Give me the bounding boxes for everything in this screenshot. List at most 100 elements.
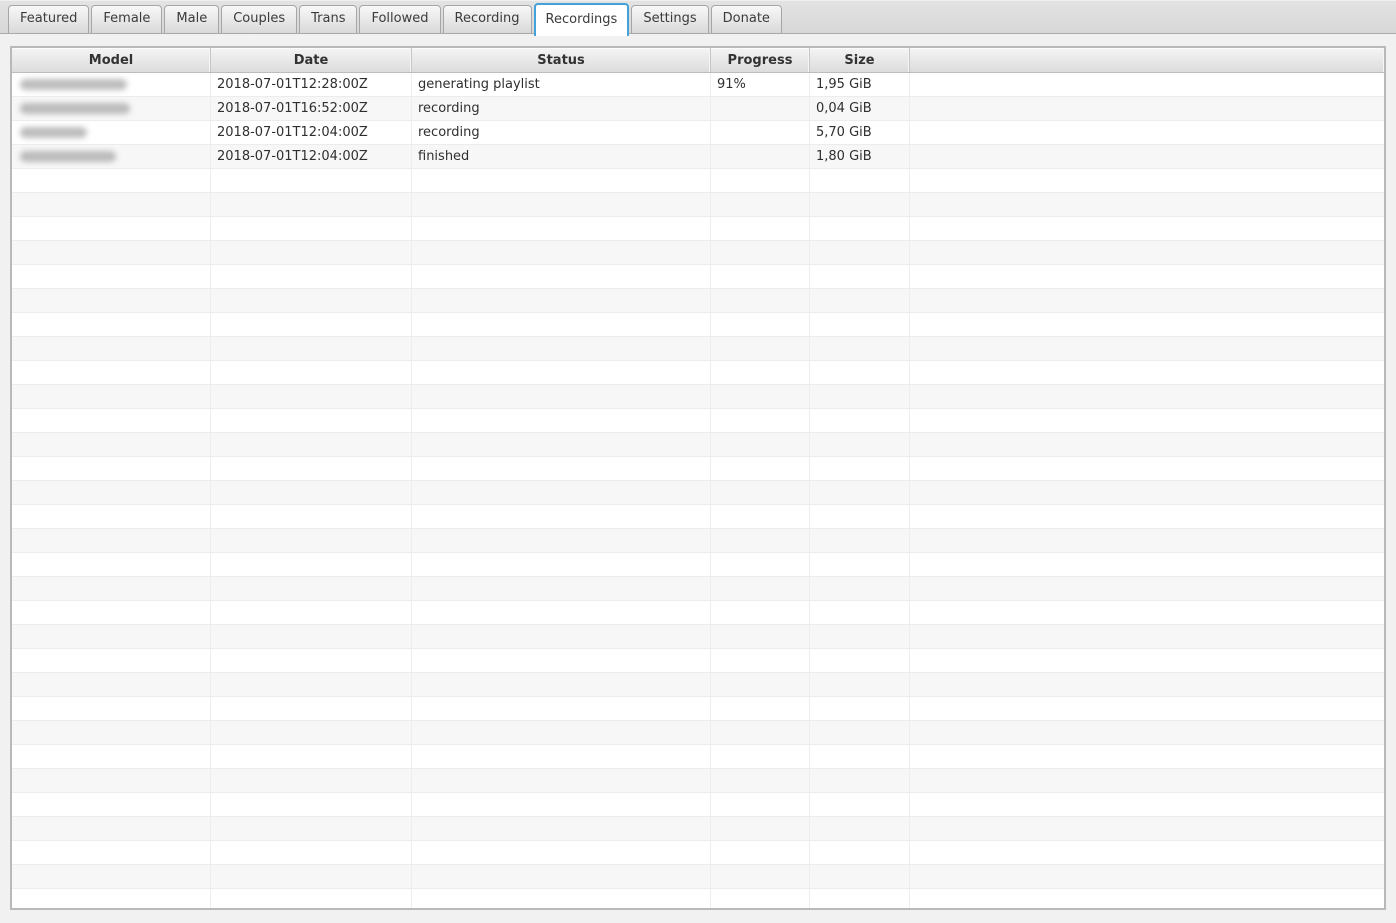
cell-filler — [910, 505, 1384, 529]
table-row[interactable] — [12, 337, 1384, 361]
cell-status — [412, 169, 711, 193]
cell-filler — [910, 769, 1384, 793]
cell-progress — [711, 145, 810, 169]
table-row[interactable] — [12, 265, 1384, 289]
table-row[interactable] — [12, 601, 1384, 625]
cell-filler — [910, 745, 1384, 769]
tab-featured[interactable]: Featured — [8, 5, 89, 33]
table-row[interactable] — [12, 481, 1384, 505]
table-row[interactable]: 2018-07-01T12:28:00Zgenerating playlist9… — [12, 73, 1384, 97]
table-row[interactable]: 2018-07-01T12:04:00Zrecording5,70 GiB — [12, 121, 1384, 145]
tab-recording[interactable]: Recording — [443, 5, 532, 33]
cell-progress — [711, 241, 810, 265]
cell-size — [810, 409, 910, 433]
tab-trans[interactable]: Trans — [299, 5, 357, 33]
cell-date — [211, 841, 412, 865]
table-row[interactable] — [12, 433, 1384, 457]
cell-status — [412, 601, 711, 625]
cell-size — [810, 865, 910, 889]
table-row[interactable] — [12, 721, 1384, 745]
cell-status — [412, 889, 711, 910]
cell-progress — [711, 265, 810, 289]
table-row[interactable] — [12, 529, 1384, 553]
cell-progress — [711, 529, 810, 553]
cell-model — [12, 841, 211, 865]
cell-filler — [910, 193, 1384, 217]
table-row[interactable]: 2018-07-01T12:04:00Zfinished1,80 GiB — [12, 145, 1384, 169]
header-cell-status[interactable]: Status — [412, 48, 711, 72]
tab-followed[interactable]: Followed — [359, 5, 440, 33]
cell-date — [211, 217, 412, 241]
header-cell-date[interactable]: Date — [211, 48, 412, 72]
table-row[interactable] — [12, 241, 1384, 265]
header-cell-size[interactable]: Size — [810, 48, 910, 72]
cell-filler — [910, 409, 1384, 433]
cell-date — [211, 241, 412, 265]
table-row[interactable] — [12, 553, 1384, 577]
cell-progress — [711, 289, 810, 313]
table-row[interactable] — [12, 313, 1384, 337]
table-header: ModelDateStatusProgressSize — [12, 48, 1384, 73]
table-row[interactable] — [12, 865, 1384, 889]
table-row[interactable] — [12, 217, 1384, 241]
cell-date: 2018-07-01T12:04:00Z — [211, 121, 412, 145]
cell-model — [12, 97, 211, 121]
table-row[interactable] — [12, 889, 1384, 910]
tab-couples[interactable]: Couples — [221, 5, 297, 33]
table-row[interactable] — [12, 673, 1384, 697]
table-row[interactable] — [12, 193, 1384, 217]
cell-model — [12, 409, 211, 433]
cell-date — [211, 745, 412, 769]
cell-size — [810, 265, 910, 289]
cell-filler — [910, 841, 1384, 865]
table-row[interactable] — [12, 745, 1384, 769]
cell-date — [211, 817, 412, 841]
cell-date — [211, 361, 412, 385]
table-row[interactable] — [12, 457, 1384, 481]
cell-filler — [910, 793, 1384, 817]
cell-date — [211, 673, 412, 697]
table-row[interactable] — [12, 625, 1384, 649]
table-row[interactable] — [12, 169, 1384, 193]
cell-date — [211, 289, 412, 313]
cell-status — [412, 529, 711, 553]
cell-progress — [711, 865, 810, 889]
table-row[interactable] — [12, 577, 1384, 601]
tab-female[interactable]: Female — [91, 5, 162, 33]
cell-progress — [711, 673, 810, 697]
cell-filler — [910, 217, 1384, 241]
table-row[interactable] — [12, 505, 1384, 529]
cell-filler — [910, 457, 1384, 481]
table-row[interactable] — [12, 385, 1384, 409]
header-cell-progress[interactable]: Progress — [711, 48, 810, 72]
table-row[interactable] — [12, 289, 1384, 313]
tab-recordings[interactable]: Recordings — [534, 3, 630, 36]
cell-model — [12, 313, 211, 337]
table-row[interactable] — [12, 793, 1384, 817]
cell-status — [412, 721, 711, 745]
table-row[interactable] — [12, 697, 1384, 721]
cell-progress — [711, 649, 810, 673]
cell-size — [810, 625, 910, 649]
table-row[interactable] — [12, 649, 1384, 673]
cell-filler — [910, 241, 1384, 265]
cell-date — [211, 889, 412, 910]
cell-model — [12, 289, 211, 313]
cell-progress — [711, 193, 810, 217]
tab-donate[interactable]: Donate — [711, 5, 782, 33]
table-row[interactable] — [12, 817, 1384, 841]
cell-model — [12, 625, 211, 649]
table-row[interactable] — [12, 361, 1384, 385]
cell-size — [810, 721, 910, 745]
cell-status — [412, 217, 711, 241]
cell-date — [211, 601, 412, 625]
cell-size — [810, 505, 910, 529]
cell-status — [412, 841, 711, 865]
table-row[interactable] — [12, 769, 1384, 793]
header-cell-model[interactable]: Model — [12, 48, 211, 72]
tab-male[interactable]: Male — [164, 5, 219, 33]
tab-settings[interactable]: Settings — [631, 5, 708, 33]
table-row[interactable]: 2018-07-01T16:52:00Zrecording0,04 GiB — [12, 97, 1384, 121]
table-row[interactable] — [12, 409, 1384, 433]
table-row[interactable] — [12, 841, 1384, 865]
